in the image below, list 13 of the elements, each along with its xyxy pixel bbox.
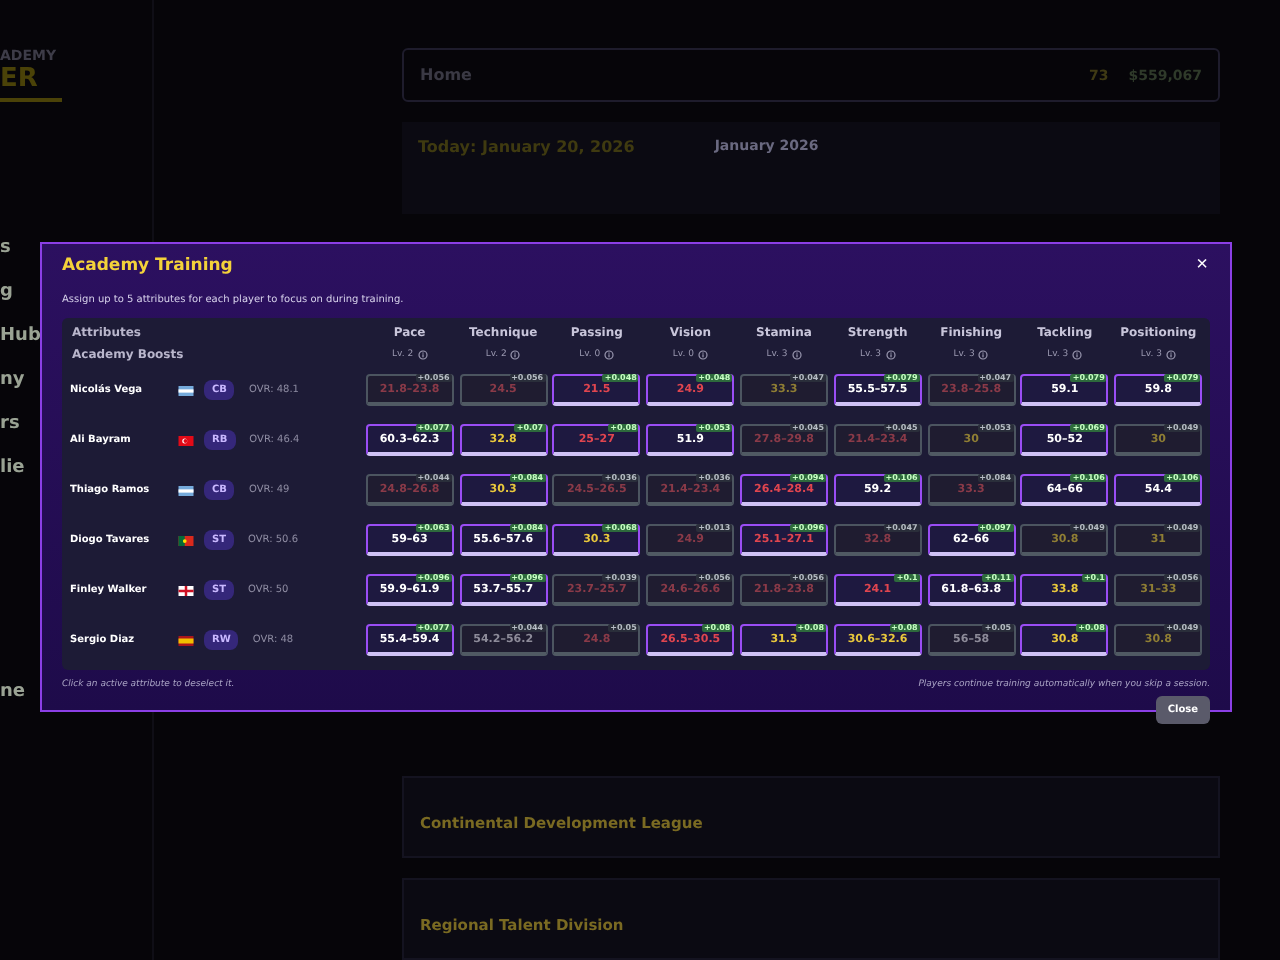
info-icon[interactable] bbox=[604, 350, 615, 360]
page-title: Home bbox=[420, 66, 472, 84]
brand-text: ER bbox=[0, 64, 38, 94]
info-icon[interactable] bbox=[978, 350, 989, 360]
info-icon[interactable] bbox=[697, 350, 708, 360]
info-icon[interactable] bbox=[417, 350, 428, 360]
info-icon[interactable] bbox=[1072, 350, 1083, 360]
info-icon[interactable] bbox=[885, 350, 896, 360]
close-button[interactable]: × bbox=[1194, 256, 1210, 276]
info-icon[interactable] bbox=[1165, 350, 1176, 360]
info-icon[interactable] bbox=[510, 350, 521, 360]
info-icon[interactable] bbox=[791, 350, 802, 360]
modal-title: Academy Training bbox=[62, 256, 233, 276]
